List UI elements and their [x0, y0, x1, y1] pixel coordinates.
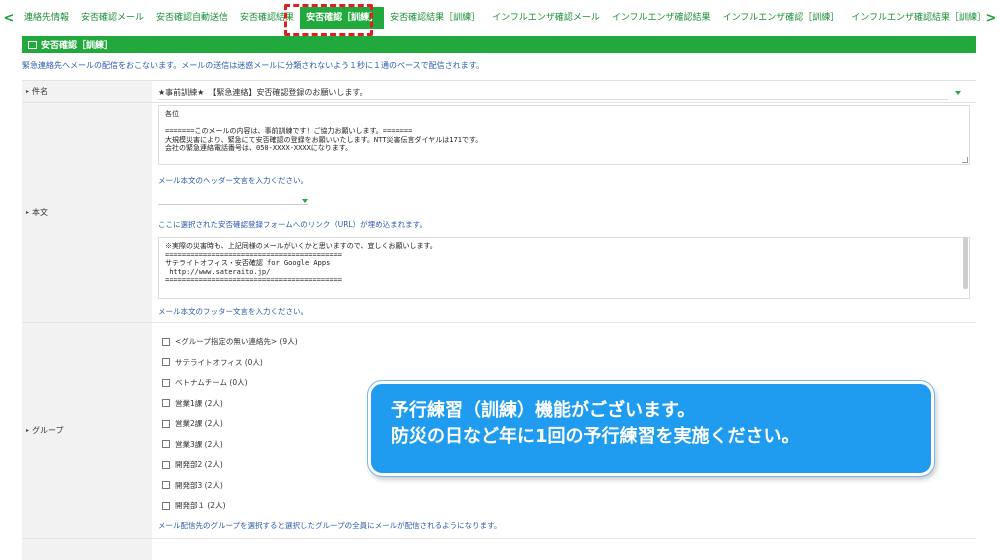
group-checkbox-label: <グループ指定の無い連絡先> (9人)	[175, 337, 298, 346]
checkbox[interactable]	[162, 460, 170, 469]
group-checkbox-label: 営業1課 (2人)	[175, 398, 223, 408]
caret-right-icon: ▸	[26, 209, 30, 216]
tab-6[interactable]: インフルエンザ確認メール	[486, 0, 606, 36]
active-tab-highlight	[284, 4, 373, 36]
header-textarea[interactable]: 各位 =======このメールの内容は、事前訓練です！ご協力お願いします。===…	[158, 105, 970, 165]
group-checkbox-label: 開発部１ (2人)	[175, 501, 226, 510]
panel-title: 安否確認［訓練］	[41, 41, 114, 51]
panel-header: 安否確認［訓練］	[22, 36, 976, 53]
group-checkbox-label: 営業2課 (2人)	[175, 419, 223, 428]
checkbox[interactable]	[162, 399, 170, 407]
panel-description: 緊急連絡先へメールの配信をおこないます。メールの送信は迷惑メールに分類されないよ…	[22, 61, 484, 70]
tab-2[interactable]: 安否確認自動送信	[150, 0, 234, 36]
group-checkbox-item[interactable]: 開発部１ (2人)	[162, 500, 226, 511]
checkbox[interactable]	[162, 501, 170, 510]
checkbox[interactable]	[162, 419, 170, 428]
group-hint: メール配信先のグループを選択すると選択したグループの全員にメールが配信されるよう…	[158, 521, 502, 530]
checkbox[interactable]	[162, 358, 170, 366]
group-checkbox-item[interactable]: ベトナムチーム (0人)	[162, 377, 248, 388]
group-checkbox-item[interactable]: 営業3課 (2人)	[162, 439, 223, 450]
subject-body: ★事前訓練★ 【緊急連絡】安否確認登録のお願いします。	[152, 81, 976, 102]
group-checkbox-item[interactable]: 開発部2 (2人)	[162, 459, 223, 470]
next-label-cell	[22, 539, 152, 560]
footer-scrollbar[interactable]	[963, 237, 968, 289]
body-body: 各位 =======このメールの内容は、事前訓練です！ご協力お願いします。===…	[152, 103, 976, 322]
body-label: 本文	[32, 208, 49, 217]
tab-9[interactable]: インフルエンザ確認結果［訓練］	[845, 0, 982, 36]
form-dropdown-icon[interactable]	[302, 199, 308, 203]
group-checkbox-item[interactable]: 営業1課 (2人)	[162, 398, 223, 409]
group-checkbox-label: 開発部3 (2人)	[175, 480, 223, 490]
chevron-left-icon[interactable]: <	[0, 11, 18, 26]
checkbox[interactable]	[162, 378, 170, 387]
callout-line-1: 予行練習（訓練）機能がございます。	[391, 400, 696, 421]
checkbox[interactable]	[162, 337, 170, 346]
resize-handle[interactable]	[962, 157, 968, 163]
group-checkbox-label: サテライトオフィス (0人)	[175, 357, 263, 367]
next-row	[22, 538, 976, 560]
form-select[interactable]	[158, 191, 308, 205]
header-hint: メール本文のヘッダー文言を入力ください。	[158, 176, 308, 185]
checkbox[interactable]	[162, 440, 170, 448]
tab-0[interactable]: 連絡先情報	[18, 0, 75, 36]
subject-dropdown-icon[interactable]	[955, 91, 961, 95]
caret-right-icon: ▸	[26, 427, 30, 434]
tab-1[interactable]: 安否確認メール	[75, 0, 150, 36]
footer-hint: メール本文のフッター文言を入力ください。	[158, 307, 308, 316]
group-checkbox-item[interactable]: サテライトオフィス (0人)	[162, 357, 263, 368]
subject-label: 件名	[32, 87, 49, 96]
group-checkbox-label: 開発部2 (2人)	[175, 460, 223, 469]
body-label-cell: ▸ 本文	[22, 103, 152, 322]
subject-label-cell: ▸ 件名	[22, 81, 152, 102]
subject-row: ▸ 件名 ★事前訓練★ 【緊急連絡】安否確認登録のお願いします。	[22, 80, 976, 102]
form-link-hint: ここに選択された安否確認登録フォームへのリンク（URL）が埋め込まれます。	[158, 220, 427, 229]
footer-textarea[interactable]: ※実際の災害時も、上記同様のメールがいくかと思いますので、宜しくお願いします。 …	[158, 237, 970, 299]
group-checkbox-item[interactable]: <グループ指定の無い連絡先> (9人)	[162, 336, 298, 347]
caret-right-icon: ▸	[26, 88, 30, 95]
group-checkbox-item[interactable]: 開発部3 (2人)	[162, 480, 223, 491]
edit-icon	[28, 40, 37, 49]
tab-5[interactable]: 安否確認結果［訓練］	[384, 0, 486, 36]
chevron-right-icon[interactable]: >	[982, 11, 1000, 26]
group-label-cell: ▸ グループ	[22, 323, 152, 538]
tab-8[interactable]: インフルエンザ確認［訓練］	[717, 0, 846, 36]
tab-list: 連絡先情報 安否確認メール 安否確認自動送信 安否確認結果 安否確認［訓練］ 安否確認結果…	[18, 0, 982, 36]
group-checkbox-item[interactable]: 営業2課 (2人)	[162, 418, 223, 429]
tab-7[interactable]: インフルエンザ確認結果	[606, 0, 717, 36]
body-row: ▸ 本文 各位 =======このメールの内容は、事前訓練です！ご協力お願いしま…	[22, 102, 976, 322]
subject-input[interactable]: ★事前訓練★ 【緊急連絡】安否確認登録のお願いします。	[158, 84, 948, 100]
group-label: グループ	[32, 426, 64, 435]
checkbox[interactable]	[162, 481, 170, 489]
group-checkbox-label: 営業3課 (2人)	[175, 439, 223, 449]
group-checkbox-label: ベトナムチーム (0人)	[175, 378, 248, 387]
tab-bar: < 連絡先情報 安否確認メール 安否確認自動送信 安否確認結果 安否確認［訓練］ 安否確認…	[0, 0, 1000, 36]
feature-callout: 予行練習（訓練）機能がございます。 防災の日など年に1回の予行練習を実施ください…	[368, 381, 934, 476]
callout-line-2: 防災の日など年に1回の予行練習を実施ください。	[391, 426, 800, 447]
